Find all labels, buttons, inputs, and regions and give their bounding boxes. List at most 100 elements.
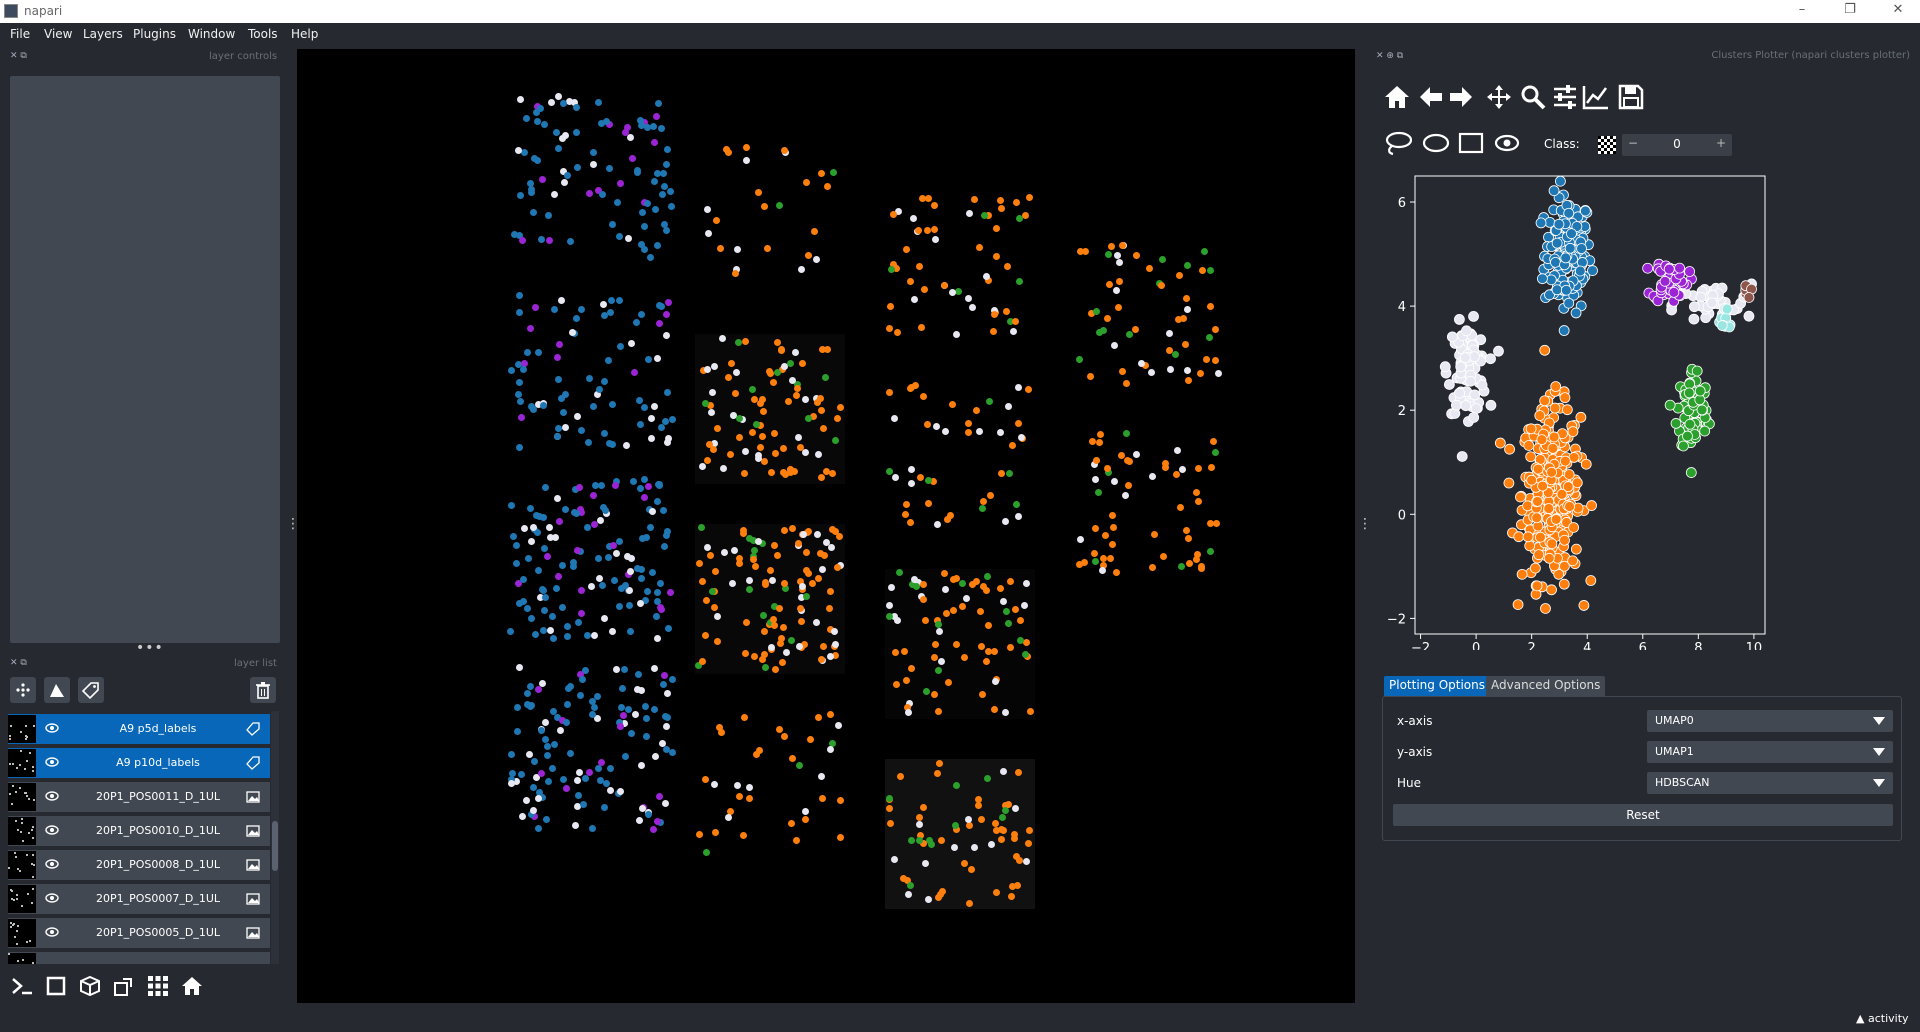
console-button[interactable]: [8, 972, 36, 1000]
scatter-point: [1532, 463, 1544, 475]
menu-layers[interactable]: Layers: [83, 27, 123, 41]
umap-scatter-plot[interactable]: −2 0 2 4 6 8 10 −2 0 2 4 6: [1378, 170, 1920, 656]
cell-blob: [590, 149, 598, 156]
cell-blob: [902, 677, 910, 685]
x-axis-select[interactable]: UMAP0: [1647, 710, 1893, 732]
eye-icon[interactable]: [45, 790, 59, 802]
cell-blob: [600, 429, 608, 437]
cell-blob: [997, 835, 1005, 843]
eye-icon[interactable]: [45, 858, 59, 870]
minimize-button[interactable]: –: [1788, 2, 1816, 20]
cell-blob: [667, 588, 675, 596]
grid-view-button[interactable]: [144, 972, 172, 1000]
layer-list-dock-icon[interactable]: ✕ ⧉: [10, 658, 27, 668]
layer-row[interactable]: 20P1_POS0008_D_1UL: [8, 850, 270, 880]
thumbnail-speck: [17, 959, 20, 962]
cell-blob: [643, 587, 651, 595]
layer-row[interactable]: 20P1_POS0007_D_1UL: [8, 884, 270, 914]
viewer-canvas[interactable]: [297, 49, 1355, 1003]
layer-row[interactable]: A9 p10d_labels: [8, 748, 270, 778]
eye-icon[interactable]: [45, 756, 59, 768]
cell-blob: [1023, 579, 1031, 587]
cell-blob: [971, 196, 979, 204]
cell-blob: [1095, 438, 1103, 446]
pan-icon[interactable]: [1486, 84, 1512, 110]
roll-dimensions-button[interactable]: [76, 972, 104, 1000]
ellipse-select-icon[interactable]: [1422, 132, 1450, 154]
edit-axis-icon[interactable]: [1582, 84, 1610, 110]
scrollbar-thumb[interactable]: [272, 821, 278, 871]
cell-blob: [724, 813, 732, 821]
maximize-button[interactable]: ❐: [1836, 2, 1864, 20]
right-dock-splitter[interactable]: ⋮: [1358, 516, 1372, 532]
hue-select[interactable]: HDBSCAN: [1647, 772, 1893, 794]
activity-button[interactable]: ▲ activity: [1856, 1012, 1909, 1025]
eye-icon[interactable]: [45, 722, 59, 734]
dock-splitter-handle[interactable]: •••: [136, 640, 164, 656]
layer-row[interactable]: 20P1_POS0005_D_1UL: [8, 918, 270, 948]
new-shapes-layer-button[interactable]: [44, 677, 70, 703]
menu-bar: File View Layers Plugins Window Tools He…: [0, 23, 1920, 45]
toggle-ndisplay-button[interactable]: [42, 972, 70, 1000]
y-axis-select[interactable]: UMAP1: [1647, 741, 1893, 763]
reset-button[interactable]: Reset: [1393, 804, 1893, 826]
back-arrow-icon[interactable]: [1418, 84, 1444, 110]
home-icon[interactable]: [1384, 84, 1410, 110]
close-button[interactable]: ✕: [1884, 2, 1912, 20]
scatter-point: [1568, 522, 1579, 533]
dock-close-icon[interactable]: ✕ ⧉: [10, 51, 27, 61]
cell-blob: [616, 297, 623, 305]
menu-tools[interactable]: Tools: [248, 27, 278, 41]
cell-blob: [1147, 369, 1155, 377]
cell-blob: [573, 104, 581, 112]
menu-view[interactable]: View: [44, 27, 72, 41]
eye-icon[interactable]: [1494, 132, 1520, 154]
cell-blob: [942, 427, 950, 435]
new-points-layer-button[interactable]: [10, 677, 36, 703]
layer-thumbnail: [8, 953, 36, 964]
layer-list-scrollbar[interactable]: [271, 711, 279, 964]
delete-layer-button[interactable]: [250, 677, 276, 703]
layer-row-partial[interactable]: [8, 952, 270, 964]
save-icon[interactable]: [1618, 84, 1644, 110]
scatter-point: [1696, 404, 1708, 416]
eye-icon[interactable]: [45, 824, 59, 836]
menu-window[interactable]: Window: [188, 27, 235, 41]
new-labels-layer-button[interactable]: [78, 677, 104, 703]
cell-blob: [822, 374, 830, 382]
transpose-button[interactable]: [110, 972, 138, 1000]
lasso-icon[interactable]: [1384, 130, 1412, 156]
reset-view-button[interactable]: [178, 972, 206, 1000]
image-tile: [695, 144, 845, 294]
cell-blob: [562, 719, 570, 727]
cell-blob: [572, 129, 580, 137]
cell-blob: [640, 403, 648, 411]
tab-advanced-options[interactable]: Advanced Options: [1486, 676, 1606, 696]
rectangle-select-icon[interactable]: [1458, 132, 1484, 154]
increment-icon[interactable]: +: [1716, 136, 1726, 150]
forward-arrow-icon[interactable]: [1448, 84, 1474, 110]
scatter-point: [1561, 404, 1573, 416]
layer-row[interactable]: 20P1_POS0011_D_1UL: [8, 782, 270, 812]
cell-blob: [1148, 564, 1156, 572]
cell-blob: [560, 178, 568, 186]
layer-row[interactable]: A9 p5d_labels: [8, 714, 270, 744]
configure-subplots-icon[interactable]: [1552, 84, 1578, 110]
eye-icon[interactable]: [45, 926, 59, 938]
cell-blob: [813, 256, 821, 264]
cell-blob: [944, 679, 952, 687]
class-spinbox[interactable]: − 0 +: [1622, 134, 1732, 156]
menu-help[interactable]: Help: [291, 27, 318, 41]
cell-blob: [919, 393, 927, 401]
menu-file[interactable]: File: [10, 27, 30, 41]
cell-blob: [1076, 355, 1084, 363]
cell-blob: [591, 631, 599, 639]
tab-plotting-options[interactable]: Plotting Options: [1384, 676, 1490, 696]
zoom-icon[interactable]: [1520, 84, 1546, 110]
layer-row[interactable]: 20P1_POS0010_D_1UL: [8, 816, 270, 846]
eye-icon[interactable]: [45, 892, 59, 904]
menu-plugins[interactable]: Plugins: [133, 27, 176, 41]
trash-icon: [256, 682, 270, 699]
cell-blob: [710, 780, 718, 788]
cell-blob: [784, 397, 792, 405]
